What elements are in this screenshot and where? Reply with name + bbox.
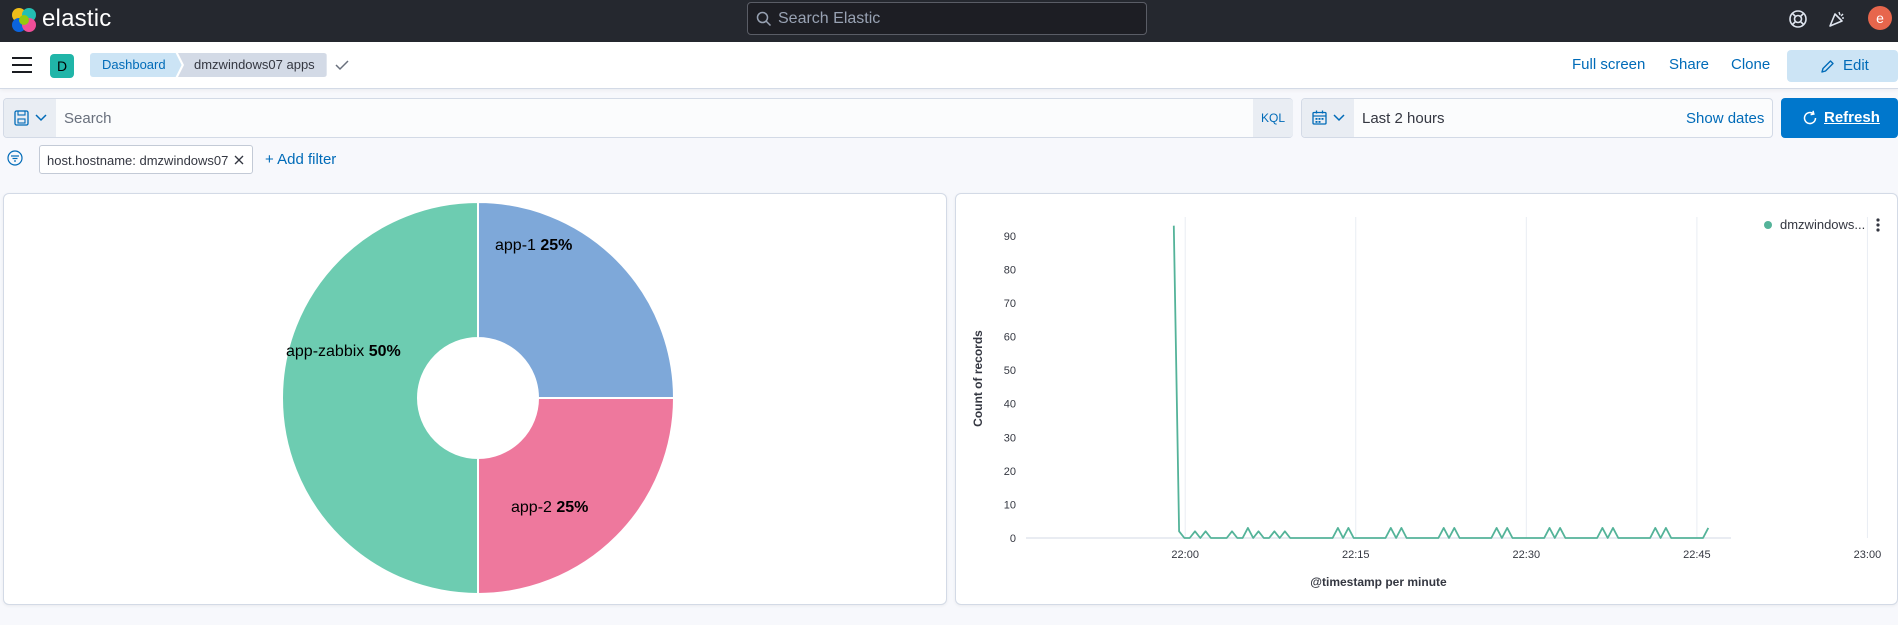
breadcrumb-current: dmzwindows07 apps [178, 53, 327, 77]
edit-button[interactable]: Edit [1787, 50, 1898, 82]
pie-label-app-2: app-2 25% [511, 499, 588, 516]
pie-label-name: app-1 [495, 237, 540, 254]
close-icon[interactable] [234, 155, 244, 165]
legend-label[interactable]: dmzwindows... [1780, 217, 1865, 232]
check-icon[interactable] [334, 58, 350, 72]
filter-pill[interactable]: host.hostname: dmzwindows07 [39, 145, 253, 174]
query-input[interactable] [64, 99, 1244, 137]
show-dates-link[interactable]: Show dates [1686, 110, 1764, 127]
time-range-text[interactable]: Last 2 hours [1362, 110, 1445, 127]
pie-label-app-zabbix: app-zabbix 50% [286, 343, 401, 360]
pie-label-name: app-2 [511, 499, 556, 516]
pie-chart-panel: app-1 25% app-2 25% app-zabbix 50% [3, 193, 947, 605]
news-feed-icon[interactable] [1826, 8, 1848, 30]
series-line[interactable] [1172, 225, 1710, 539]
refresh-button[interactable]: Refresh [1781, 98, 1898, 138]
pie-label-percent: 25% [556, 499, 588, 516]
refresh-button-label: Refresh [1824, 109, 1880, 126]
pencil-icon [1821, 60, 1834, 73]
filter-pill-label: host.hostname: dmzwindows07 [47, 153, 229, 168]
global-header: elastic e [0, 0, 1898, 42]
pie-slice-app-2[interactable] [477, 397, 676, 596]
x-axis-title: @timestamp per minute [1310, 575, 1447, 589]
chevron-down-icon [1333, 114, 1345, 122]
global-search[interactable] [747, 2, 1147, 35]
pie-label-app-1: app-1 25% [495, 237, 572, 254]
refresh-icon [1803, 110, 1817, 125]
query-bar: KQL [3, 98, 1293, 138]
x-tick-label: 23:00 [1854, 549, 1882, 561]
help-icon[interactable] [1787, 8, 1809, 30]
pie-slice-app-zabbix[interactable] [281, 200, 479, 596]
chevron-down-icon [35, 114, 47, 122]
filter-options-icon[interactable] [7, 150, 23, 166]
pie-label-percent: 25% [540, 237, 572, 254]
y-tick-label: 10 [1004, 499, 1016, 511]
pie-chart: app-1 25%app-2 25%app-zabbix 50% [281, 200, 676, 596]
y-tick-label: 30 [1004, 432, 1016, 444]
brand-name[interactable]: elastic [42, 5, 111, 33]
x-tick-label: 22:00 [1171, 549, 1199, 561]
space-avatar[interactable]: D [50, 54, 74, 78]
share-link[interactable]: Share [1669, 56, 1709, 73]
x-tick-label: 22:45 [1683, 549, 1711, 561]
y-tick-label: 50 [1004, 365, 1016, 377]
edit-button-label: Edit [1843, 57, 1869, 74]
y-tick-label: 80 [1004, 264, 1016, 276]
y-tick-label: 0 [1010, 533, 1016, 545]
search-icon [756, 11, 772, 27]
line-chart-panel: 22:0022:1522:3022:4523:0023:1523:3023:45… [955, 193, 1898, 605]
x-tick-label: 22:15 [1342, 549, 1370, 561]
pie-label-percent: 50% [369, 343, 401, 360]
line-chart: 22:0022:1522:3022:4523:0023:1523:3023:45… [971, 217, 1882, 589]
quick-select-button[interactable] [1302, 99, 1354, 137]
y-tick-label: 60 [1004, 332, 1016, 344]
add-filter-link[interactable]: + Add filter [265, 151, 336, 168]
x-tick-label: 22:30 [1513, 549, 1541, 561]
user-avatar[interactable]: e [1868, 6, 1892, 30]
calendar-icon [1312, 110, 1327, 125]
pie-label-name: app-zabbix [286, 343, 369, 360]
full-screen-link[interactable]: Full screen [1572, 56, 1645, 73]
legend-menu-icon[interactable] [1876, 218, 1880, 222]
y-tick-label: 70 [1004, 298, 1016, 310]
y-axis-title: Count of records [971, 330, 985, 427]
app-toolbar: D Dashboard dmzwindows07 apps Full scree… [0, 42, 1898, 89]
legend-swatch [1764, 221, 1772, 229]
query-language-toggle[interactable]: KQL [1253, 99, 1293, 137]
saved-query-menu[interactable] [4, 99, 56, 137]
hamburger-menu-icon[interactable] [12, 56, 32, 74]
breadcrumb-dashboard[interactable]: Dashboard [90, 53, 182, 77]
clone-link[interactable]: Clone [1731, 56, 1770, 73]
y-tick-label: 90 [1004, 231, 1016, 243]
save-icon [14, 110, 29, 126]
global-search-input[interactable] [778, 3, 1138, 34]
legend-menu-icon[interactable] [1876, 228, 1880, 232]
y-tick-label: 20 [1004, 466, 1016, 478]
legend-menu-icon[interactable] [1876, 223, 1880, 227]
elastic-logo-icon[interactable] [10, 6, 38, 34]
date-picker: Last 2 hours Show dates [1301, 98, 1773, 138]
pie-slice-app-1[interactable] [477, 200, 676, 399]
y-tick-label: 40 [1004, 399, 1016, 411]
